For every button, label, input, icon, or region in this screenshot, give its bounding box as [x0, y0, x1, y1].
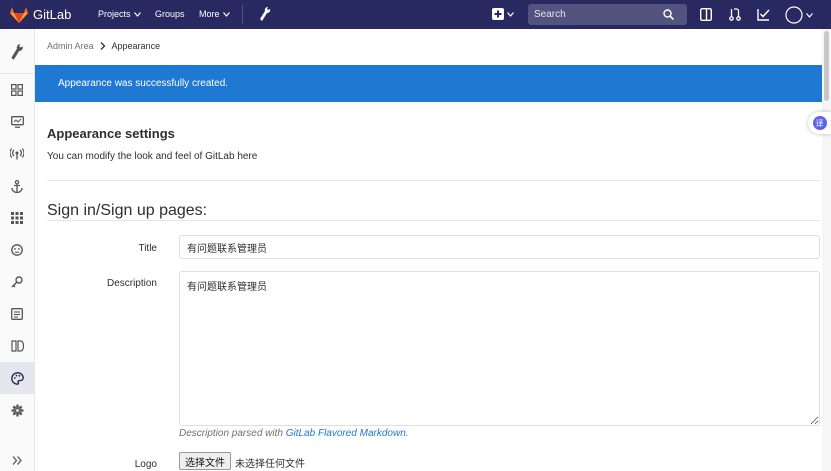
breadcrumb-current[interactable]: Appearance	[112, 41, 161, 51]
sidebar-item-appearance[interactable]	[0, 362, 34, 394]
section-divider	[47, 180, 820, 181]
monitor-icon	[10, 116, 24, 128]
sidebar-item-overview[interactable]	[0, 74, 34, 106]
flash-notice: Appearance was successfully created.	[35, 65, 831, 102]
search-box[interactable]	[528, 4, 687, 25]
palette-icon	[10, 371, 24, 385]
logo-label: Logo	[134, 459, 157, 470]
chevron-right-icon	[100, 42, 105, 50]
flash-message: Appearance was successfully created.	[58, 78, 229, 89]
chevron-down-icon	[507, 11, 514, 17]
choose-file-button[interactable]: 选择文件	[179, 452, 231, 470]
wrench-icon[interactable]	[259, 6, 271, 22]
admin-sidebar	[0, 29, 35, 471]
sidebar-item-applications[interactable]	[0, 202, 34, 234]
nav-divider	[242, 5, 243, 24]
file-status-text: 未选择任何文件	[235, 459, 305, 470]
sidebar-item-service-templates[interactable]	[0, 298, 34, 330]
description-label: Description	[106, 278, 157, 289]
sidebar-item-monitoring[interactable]	[0, 106, 34, 138]
template-icon	[11, 308, 23, 320]
top-navbar: GitLab Projects Groups More	[0, 0, 831, 29]
translate-icon: 译	[812, 116, 827, 130]
search-input[interactable]	[528, 9, 663, 20]
sidebar-item-settings[interactable]	[0, 394, 34, 426]
breadcrumb: Admin Area Appearance	[47, 41, 160, 51]
title-label: Title	[138, 243, 157, 254]
gitlab-logo[interactable]: GitLab	[10, 6, 72, 23]
sidebar-item-admin-area[interactable]	[0, 36, 34, 68]
broadcast-icon	[10, 148, 24, 160]
markdown-help-link[interactable]: GitLab Flavored Markdown	[286, 428, 406, 439]
wrench-icon	[11, 44, 23, 60]
markdown-hint: Description parsed with GitLab Flavored …	[179, 428, 409, 439]
avatar-icon	[785, 6, 803, 24]
face-icon	[11, 244, 23, 256]
labels-icon	[10, 340, 24, 352]
chevron-down-icon	[133, 11, 141, 17]
user-menu-dropdown[interactable]	[785, 6, 813, 24]
sidebar-item-abuse-reports[interactable]	[0, 234, 34, 266]
gear-icon	[11, 404, 23, 416]
apps-grid-icon	[11, 212, 23, 224]
signin-section-heading: Sign in/Sign up pages:	[47, 202, 208, 219]
sidebar-toggle-icon[interactable]	[700, 8, 712, 21]
markdown-hint-suffix: .	[405, 428, 409, 439]
markdown-hint-prefix: Description parsed with	[179, 428, 283, 439]
anchor-icon	[11, 179, 23, 193]
grid-icon	[11, 84, 23, 96]
sidebar-item-system-hooks[interactable]	[0, 170, 34, 202]
chevron-down-icon	[806, 12, 813, 18]
search-icon	[663, 9, 674, 20]
new-item-dropdown[interactable]	[492, 8, 514, 20]
page-description: You can modify the look and feel of GitL…	[47, 151, 258, 162]
page-title: Appearance settings	[47, 126, 175, 141]
nav-groups-link[interactable]: Groups	[155, 9, 185, 19]
key-icon	[11, 276, 23, 288]
nav-more-label: More	[199, 9, 220, 19]
breadcrumb-admin-area[interactable]: Admin Area	[47, 41, 94, 51]
sidebar-collapse-toggle[interactable]	[0, 449, 34, 471]
brand-name: GitLab	[33, 7, 72, 22]
section-divider	[47, 220, 820, 221]
title-input[interactable]	[179, 235, 820, 259]
gitlab-tanuki-icon	[10, 6, 28, 23]
main-content: Admin Area Appearance Appearance was suc…	[35, 29, 831, 471]
chevron-down-icon	[222, 11, 230, 17]
nav-groups-label: Groups	[155, 9, 185, 19]
translate-badge[interactable]: 译	[808, 112, 831, 134]
nav-more-dropdown[interactable]: More	[199, 9, 230, 19]
nav-projects-label: Projects	[98, 9, 131, 19]
plus-square-icon	[492, 8, 504, 20]
sidebar-item-deploy-keys[interactable]	[0, 266, 34, 298]
merge-request-icon[interactable]	[729, 7, 741, 21]
double-chevron-right-icon	[12, 455, 22, 465]
nav-projects-dropdown[interactable]: Projects	[98, 9, 141, 19]
sidebar-item-labels[interactable]	[0, 330, 34, 362]
todo-check-icon[interactable]	[757, 8, 770, 21]
sidebar-item-messages[interactable]	[0, 138, 34, 170]
description-textarea[interactable]: 有问题联系管理员	[179, 271, 820, 426]
page-scrollbar-thumb[interactable]	[824, 31, 829, 101]
